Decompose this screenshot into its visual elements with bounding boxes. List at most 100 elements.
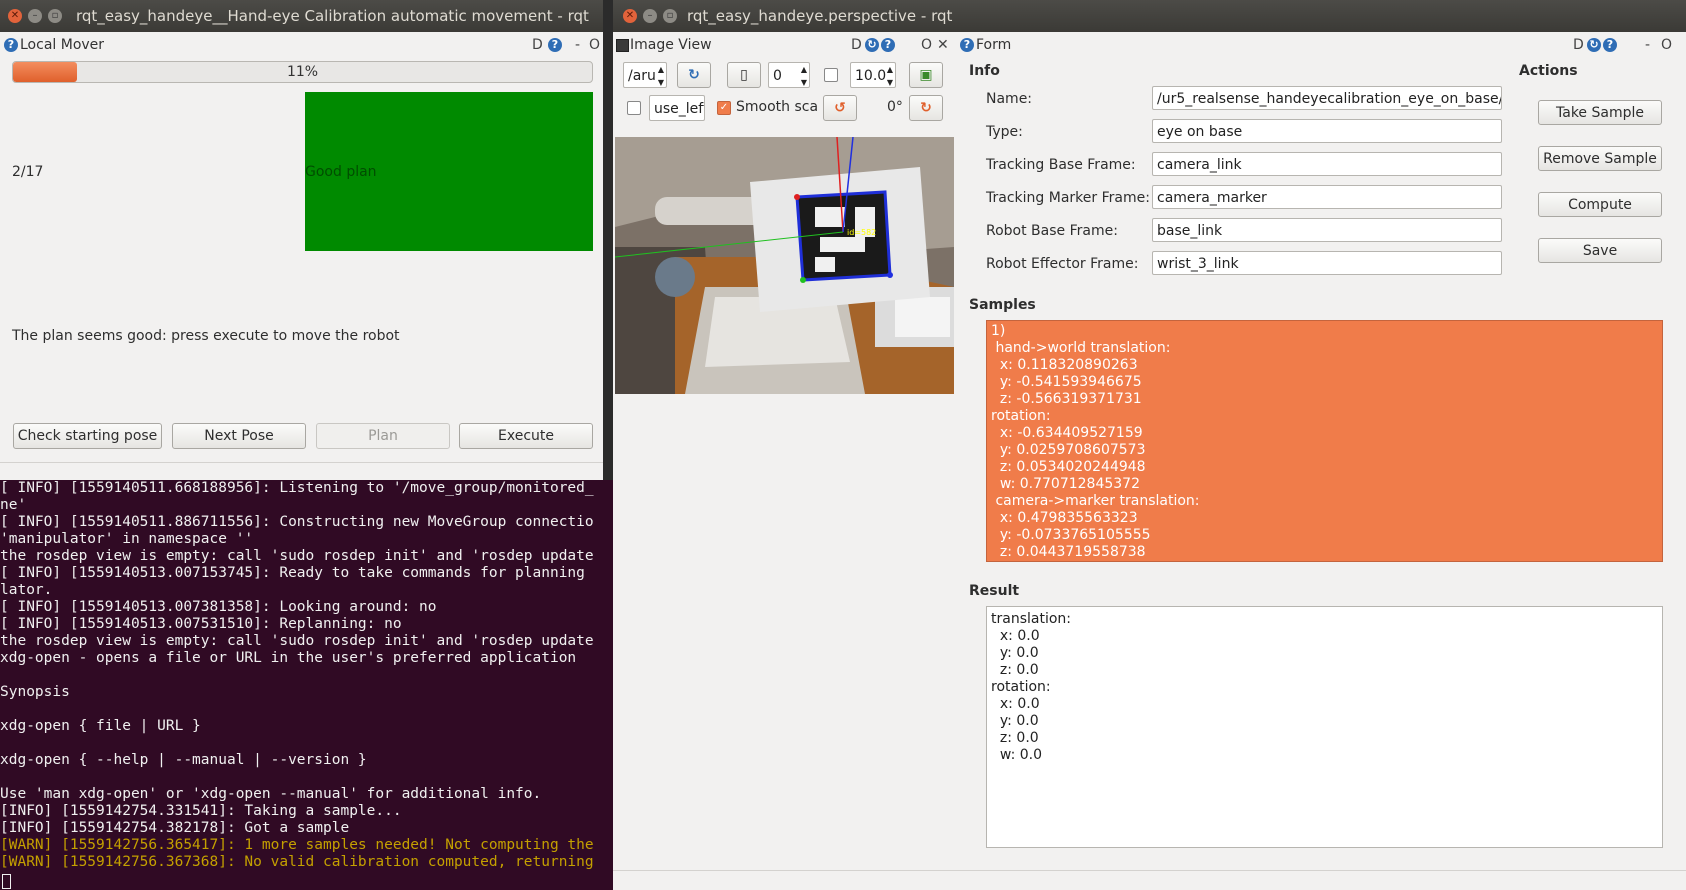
reload-icon[interactable]: ↻ bbox=[865, 38, 879, 52]
terminal-line: xdg-open { --help | --manual | --version… bbox=[0, 752, 367, 768]
terminal-output[interactable]: [ INFO] [1559140511.668188956]: Listenin… bbox=[0, 480, 616, 890]
terminal-line: the rosdep view is empty: call 'sudo ros… bbox=[0, 548, 594, 564]
help-icon[interactable]: ? bbox=[4, 38, 18, 52]
image-view-dock-header: Image View D ↻ ? O ✕ bbox=[613, 32, 958, 58]
dock-float-button[interactable]: O bbox=[921, 32, 932, 58]
chevron-updown-icon: ▲ ▼ bbox=[657, 65, 664, 87]
rotate-left-button[interactable]: ↺ bbox=[823, 95, 857, 121]
robot-base-frame-label: Robot Base Frame: bbox=[986, 223, 1118, 239]
image-view-icon bbox=[616, 39, 629, 52]
dock-help-icon[interactable]: ? bbox=[548, 38, 562, 52]
plan-status-text: Good plan bbox=[305, 164, 377, 180]
zoom-spinbox[interactable]: 0 ▲ ▼ bbox=[768, 62, 810, 88]
robot-base-frame-field[interactable]: base_link bbox=[1152, 218, 1502, 242]
terminal-line: [ INFO] [1559140513.007381358]: Looking … bbox=[0, 599, 437, 615]
remove-sample-button[interactable]: Remove Sample bbox=[1538, 146, 1662, 171]
dock-title: Local Mover bbox=[20, 37, 105, 53]
spin-arrows-icon: ▲ ▼ bbox=[800, 65, 807, 87]
right-window-titlebar[interactable]: ✕ – ▫ rqt_easy_handeye.perspective - rqt bbox=[613, 0, 1686, 32]
dock-minimize-button[interactable]: - bbox=[1645, 32, 1650, 58]
marker-id-label: id=582 bbox=[847, 228, 876, 237]
minimize-icon[interactable]: – bbox=[28, 9, 42, 23]
dock-float-button[interactable]: O bbox=[589, 32, 600, 58]
maximize-icon[interactable]: ▫ bbox=[663, 9, 677, 23]
topic-value: /aru bbox=[628, 68, 656, 84]
dock-minimize-button[interactable]: - bbox=[575, 32, 580, 58]
zoom-1-button[interactable]: ▯ bbox=[727, 62, 761, 88]
window-title: rqt_easy_handeye.perspective - rqt bbox=[687, 7, 953, 25]
mouse-click-topic-field[interactable]: use_left bbox=[649, 95, 705, 121]
terminal-line: [ INFO] [1559140511.668188956]: Listenin… bbox=[0, 480, 594, 496]
dock-help-icon[interactable]: ? bbox=[1603, 38, 1617, 52]
terminal-cursor bbox=[2, 874, 11, 889]
terminal-line: ne' bbox=[0, 497, 27, 513]
name-label: Name: bbox=[986, 91, 1033, 107]
terminal-line: Use 'man xdg-open' or 'xdg-open --manual… bbox=[0, 786, 542, 802]
maximize-icon[interactable]: ▫ bbox=[48, 9, 62, 23]
status-message: The plan seems good: press execute to mo… bbox=[12, 328, 400, 344]
reload-icon[interactable]: ↻ bbox=[1587, 38, 1601, 52]
tracking-marker-frame-field[interactable]: camera_marker bbox=[1152, 185, 1502, 209]
rotate-right-button[interactable]: ↻ bbox=[909, 95, 943, 121]
tracking-base-frame-label: Tracking Base Frame: bbox=[986, 157, 1136, 173]
pose-counter: 2/17 bbox=[12, 164, 44, 180]
name-field[interactable]: /ur5_realsense_handeyecalibration_eye_on… bbox=[1152, 86, 1502, 110]
publish-click-checkbox[interactable] bbox=[627, 101, 641, 115]
minimize-icon[interactable]: – bbox=[643, 9, 657, 23]
dock-float-button[interactable]: O bbox=[1661, 32, 1672, 58]
terminal-line: xdg-open { file | URL } bbox=[0, 718, 201, 734]
terminal-line: [INFO] [1559142754.331541]: Taking a sam… bbox=[0, 803, 402, 819]
dock-title: Image View bbox=[630, 37, 712, 53]
terminal-line: [INFO] [1559142754.382178]: Got a sample bbox=[0, 820, 350, 836]
dock-flag-d[interactable]: D bbox=[1573, 32, 1584, 58]
plan-button[interactable]: Plan bbox=[316, 423, 450, 449]
actions-heading: Actions bbox=[1519, 63, 1578, 79]
left-window-titlebar[interactable]: ✕ – ▫ rqt_easy_handeye__Hand-eye Calibra… bbox=[0, 0, 603, 32]
help-icon[interactable]: ? bbox=[960, 38, 974, 52]
save-image-button[interactable]: ▣ bbox=[909, 62, 943, 88]
type-field[interactable]: eye on base bbox=[1152, 119, 1502, 143]
terminal-line: [ INFO] [1559140511.886711556]: Construc… bbox=[0, 514, 594, 530]
save-button[interactable]: Save bbox=[1538, 238, 1662, 263]
camera-image[interactable]: id=582 bbox=[615, 137, 954, 394]
dock-flag-d[interactable]: D bbox=[532, 32, 543, 58]
topic-combobox[interactable]: /aru ▲ ▼ bbox=[623, 62, 667, 88]
terminal-line: [WARN] [1559142756.367368]: No valid cal… bbox=[0, 854, 594, 870]
refresh-topics-button[interactable]: ↻ bbox=[677, 62, 711, 88]
dock-flag-d[interactable]: D bbox=[851, 32, 862, 58]
terminal-line: Synopsis bbox=[0, 684, 70, 700]
max-range-spinbox[interactable]: 10.0 ▲ ▼ bbox=[850, 62, 896, 88]
progress-label: 11% bbox=[286, 64, 319, 80]
rotation-label: 0° bbox=[887, 99, 903, 115]
next-pose-button[interactable]: Next Pose bbox=[172, 423, 306, 449]
close-icon[interactable]: ✕ bbox=[8, 9, 22, 23]
image-save-icon: ▣ bbox=[919, 67, 933, 83]
tracking-marker-frame-label: Tracking Marker Frame: bbox=[986, 190, 1150, 206]
result-heading: Result bbox=[969, 583, 1020, 599]
dock-help-icon[interactable]: ? bbox=[881, 38, 895, 52]
terminal-line: [WARN] [1559142756.365417]: 1 more sampl… bbox=[0, 837, 594, 853]
check-starting-pose-button[interactable]: Check starting pose bbox=[13, 423, 162, 449]
result-text[interactable]: translation: x: 0.0 y: 0.0 z: 0.0 rotati… bbox=[986, 606, 1663, 848]
dynamic-range-checkbox[interactable] bbox=[824, 68, 838, 82]
take-sample-button[interactable]: Take Sample bbox=[1538, 100, 1662, 125]
tracking-base-frame-field[interactable]: camera_link bbox=[1152, 152, 1502, 176]
zoom-value: 0 bbox=[773, 68, 782, 84]
terminal-lines: [ INFO] [1559140511.668188956]: Listenin… bbox=[0, 480, 616, 871]
smooth-scaling-checkbox[interactable]: ✓ bbox=[717, 101, 731, 115]
close-icon[interactable]: ✕ bbox=[623, 9, 637, 23]
window-title: rqt_easy_handeye__Hand-eye Calibration a… bbox=[76, 7, 589, 25]
smooth-scaling-label: Smooth sca bbox=[736, 99, 819, 115]
local-mover-dock-header: ? Local Mover D ? - O bbox=[0, 32, 603, 58]
dock-close-icon[interactable]: ✕ bbox=[937, 32, 949, 58]
info-heading: Info bbox=[969, 63, 1000, 79]
compute-button[interactable]: Compute bbox=[1538, 192, 1662, 217]
execute-button[interactable]: Execute bbox=[459, 423, 593, 449]
terminal-line: lator. bbox=[0, 582, 53, 598]
progress-bar: 11% bbox=[12, 61, 593, 83]
robot-effector-frame-field[interactable]: wrist_3_link bbox=[1152, 251, 1502, 275]
refresh-icon: ↻ bbox=[688, 67, 700, 83]
samples-list[interactable]: 1) hand->world translation: x: 0.1183208… bbox=[986, 320, 1663, 562]
